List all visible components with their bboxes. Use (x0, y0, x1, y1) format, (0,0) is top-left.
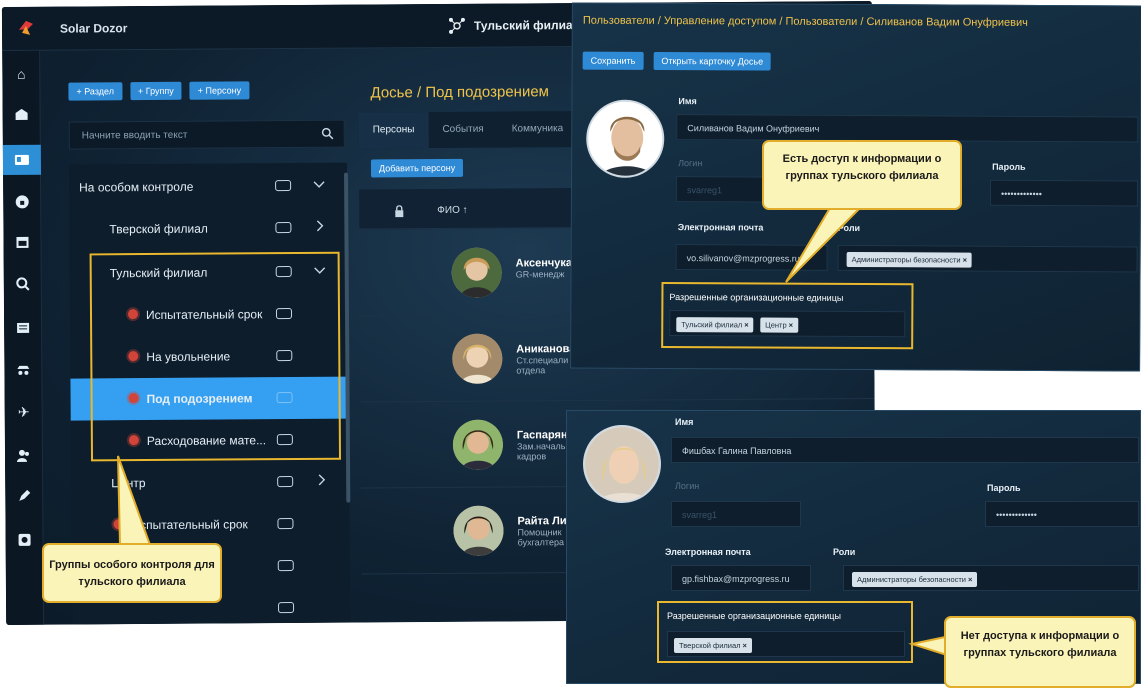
callout-access: Есть доступ к информации о группах тульс… (762, 140, 962, 210)
pointer-access (785, 207, 863, 283)
callout-no-access: Нет доступа к информации о группах тульс… (944, 616, 1136, 688)
screenshot-root: Solar Dozor Тульский филиал ⌂ ✈ + Раздел… (0, 0, 1141, 693)
pointer-groups (117, 455, 152, 546)
callout-groups: Группы особого контроля для тульского фи… (42, 543, 222, 603)
